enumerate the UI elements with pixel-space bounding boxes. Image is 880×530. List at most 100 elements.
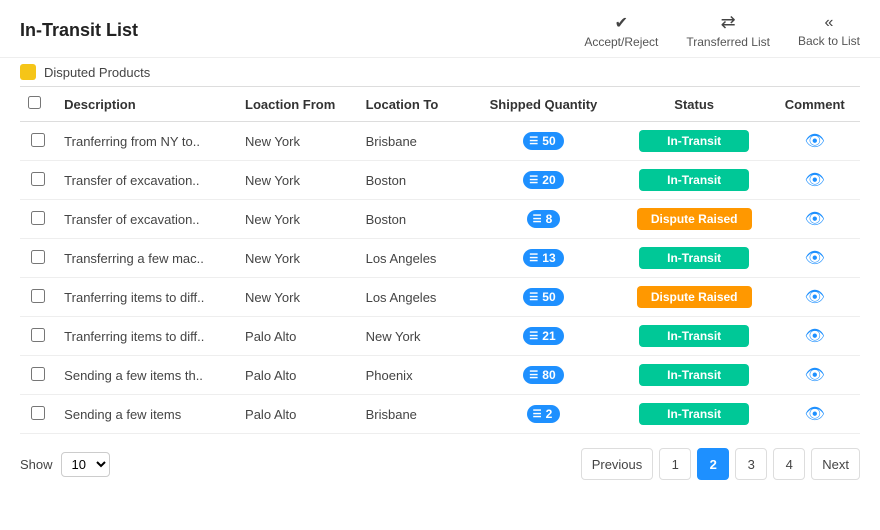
qty-badge: ☰80 (523, 366, 563, 384)
show-select[interactable]: 10 20 50 (61, 452, 110, 477)
transferred-list-label: Transferred List (686, 35, 770, 49)
row-location-to: Brisbane (358, 395, 469, 434)
table-row: Tranferring items to diff..New YorkLos A… (20, 278, 860, 317)
row-checkbox[interactable] (31, 406, 45, 420)
page-2-button[interactable]: 2 (697, 448, 729, 480)
eye-icon[interactable]: 👁 (805, 133, 825, 150)
eye-icon[interactable]: 👁 (805, 328, 825, 345)
row-checkbox-cell (20, 278, 56, 317)
qty-badge: ☰13 (523, 249, 563, 267)
select-all-checkbox[interactable] (28, 96, 41, 109)
row-location-from: New York (237, 200, 358, 239)
show-row: Show 10 20 50 (20, 452, 110, 477)
back-to-list-button[interactable]: « Back to List (798, 14, 860, 48)
page-1-button[interactable]: 1 (659, 448, 691, 480)
eye-icon[interactable]: 👁 (805, 250, 825, 267)
table-row: Sending a few itemsPalo AltoBrisbane☰2In… (20, 395, 860, 434)
row-description: Tranferring items to diff.. (56, 278, 237, 317)
row-description: Transfer of excavation.. (56, 161, 237, 200)
list-icon: ☰ (529, 292, 538, 303)
page-3-button[interactable]: 3 (735, 448, 767, 480)
row-shipped-qty: ☰2 (468, 395, 619, 434)
row-location-to: Boston (358, 200, 469, 239)
qty-badge: ☰50 (523, 288, 563, 306)
eye-icon[interactable]: 👁 (805, 289, 825, 306)
eye-icon[interactable]: 👁 (805, 406, 825, 423)
col-description: Description (56, 87, 237, 122)
row-checkbox-cell (20, 317, 56, 356)
table-row: Transferring a few mac..New YorkLos Ange… (20, 239, 860, 278)
row-checkbox[interactable] (31, 250, 45, 264)
disputed-products-row: Disputed Products (0, 58, 880, 86)
row-description: Tranferring items to diff.. (56, 317, 237, 356)
row-description: Sending a few items (56, 395, 237, 434)
row-comment: 👁 (770, 278, 860, 317)
row-checkbox-cell (20, 122, 56, 161)
qty-badge: ☰50 (523, 132, 563, 150)
accept-reject-button[interactable]: ✔ Accept/Reject (584, 13, 658, 49)
table-row: Transfer of excavation..New YorkBoston☰2… (20, 161, 860, 200)
row-comment: 👁 (770, 239, 860, 278)
status-badge: Dispute Raised (637, 286, 752, 308)
page-header: In-Transit List ✔ Accept/Reject ⇄ Transf… (0, 0, 880, 58)
row-checkbox[interactable] (31, 328, 45, 342)
table-row: Tranferring from NY to..New YorkBrisbane… (20, 122, 860, 161)
row-checkbox-cell (20, 200, 56, 239)
row-shipped-qty: ☰50 (468, 278, 619, 317)
col-comment: Comment (770, 87, 860, 122)
table-container: Description Loaction From Location To Sh… (0, 86, 880, 434)
list-icon: ☰ (529, 253, 538, 264)
row-location-to: Los Angeles (358, 239, 469, 278)
row-comment: 👁 (770, 356, 860, 395)
list-icon: ☰ (533, 409, 542, 420)
row-shipped-qty: ☰21 (468, 317, 619, 356)
disputed-label: Disputed Products (44, 65, 150, 80)
row-description: Transferring a few mac.. (56, 239, 237, 278)
row-comment: 👁 (770, 317, 860, 356)
row-comment: 👁 (770, 122, 860, 161)
col-shipped-qty: Shipped Quantity (468, 87, 619, 122)
row-status: In-Transit (619, 395, 770, 434)
row-location-to: New York (358, 317, 469, 356)
row-location-to: Los Angeles (358, 278, 469, 317)
in-transit-table: Description Loaction From Location To Sh… (20, 86, 860, 434)
list-icon: ☰ (529, 370, 538, 381)
row-status: In-Transit (619, 122, 770, 161)
table-header-row: Description Loaction From Location To Sh… (20, 87, 860, 122)
next-button[interactable]: Next (811, 448, 860, 480)
accept-reject-icon: ✔ (615, 13, 628, 33)
row-checkbox[interactable] (31, 289, 45, 303)
row-checkbox[interactable] (31, 367, 45, 381)
previous-button[interactable]: Previous (581, 448, 654, 480)
eye-icon[interactable]: 👁 (805, 172, 825, 189)
table-row: Sending a few items th..Palo AltoPhoenix… (20, 356, 860, 395)
row-status: In-Transit (619, 161, 770, 200)
list-icon: ☰ (529, 331, 538, 342)
qty-badge: ☰20 (523, 171, 563, 189)
row-checkbox[interactable] (31, 133, 45, 147)
row-status: In-Transit (619, 317, 770, 356)
eye-icon[interactable]: 👁 (805, 367, 825, 384)
eye-icon[interactable]: 👁 (805, 211, 825, 228)
table-row: Tranferring items to diff..Palo AltoNew … (20, 317, 860, 356)
col-status: Status (619, 87, 770, 122)
row-comment: 👁 (770, 200, 860, 239)
row-description: Sending a few items th.. (56, 356, 237, 395)
transferred-list-button[interactable]: ⇄ Transferred List (686, 12, 770, 49)
row-location-from: Palo Alto (237, 317, 358, 356)
row-description: Transfer of excavation.. (56, 200, 237, 239)
row-location-from: New York (237, 239, 358, 278)
row-shipped-qty: ☰20 (468, 161, 619, 200)
row-checkbox[interactable] (31, 172, 45, 186)
page-4-button[interactable]: 4 (773, 448, 805, 480)
header-actions: ✔ Accept/Reject ⇄ Transferred List « Bac… (584, 12, 860, 49)
row-checkbox[interactable] (31, 211, 45, 225)
status-badge: In-Transit (639, 364, 749, 386)
status-badge: In-Transit (639, 169, 749, 191)
row-description: Tranferring from NY to.. (56, 122, 237, 161)
status-badge: Dispute Raised (637, 208, 752, 230)
table-footer: Show 10 20 50 Previous 1 2 3 4 Next (0, 438, 880, 490)
row-shipped-qty: ☰13 (468, 239, 619, 278)
row-location-to: Phoenix (358, 356, 469, 395)
transferred-list-icon: ⇄ (721, 12, 736, 33)
